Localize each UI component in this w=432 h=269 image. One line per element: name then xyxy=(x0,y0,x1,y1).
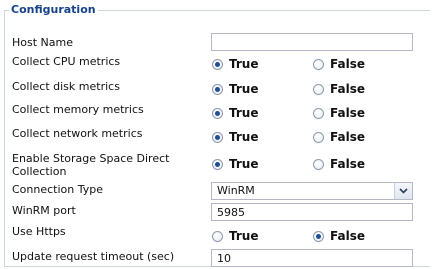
https-false-option[interactable]: False xyxy=(313,230,365,242)
winrm-port-label: WinRM port xyxy=(12,204,76,217)
storage-false-label: False xyxy=(330,157,365,171)
network-true-label: True xyxy=(229,130,259,144)
memory-true-label: True xyxy=(229,106,259,120)
storage-label-line1: Enable Storage Space Direct xyxy=(12,152,170,165)
radio-unselected-icon xyxy=(313,131,324,143)
disk-false-label: False xyxy=(330,82,365,96)
network-true-option[interactable]: True xyxy=(212,131,258,143)
disk-true-option[interactable]: True xyxy=(212,83,258,95)
timeout-label: Update request timeout (sec) xyxy=(12,250,175,263)
memory-true-option[interactable]: True xyxy=(212,107,258,119)
cpu-false-label: False xyxy=(330,57,365,71)
disk-false-option[interactable]: False xyxy=(313,83,365,95)
timeout-input[interactable] xyxy=(211,249,413,267)
radio-selected-icon xyxy=(212,131,223,143)
disk-true-label: True xyxy=(229,82,259,96)
radio-unselected-icon xyxy=(212,230,223,242)
radio-selected-icon xyxy=(212,107,223,119)
https-false-label: False xyxy=(330,229,365,243)
storage-true-option[interactable]: True xyxy=(212,158,258,170)
memory-metrics-label: Collect memory metrics xyxy=(12,103,144,116)
connection-type-value: WinRM xyxy=(217,184,255,197)
disk-metrics-label: Collect disk metrics xyxy=(12,80,120,93)
storage-label-line2: Collection xyxy=(12,165,67,178)
radio-unselected-icon xyxy=(313,107,324,119)
network-false-label: False xyxy=(330,130,365,144)
host-name-label: Host Name xyxy=(12,36,73,49)
cpu-true-label: True xyxy=(229,57,259,71)
radio-selected-icon xyxy=(313,230,324,242)
use-https-label: Use Https xyxy=(12,225,66,238)
radio-unselected-icon xyxy=(313,83,324,95)
configuration-legend: Configuration xyxy=(9,3,98,17)
connection-type-label: Connection Type xyxy=(12,183,104,196)
radio-unselected-icon xyxy=(313,58,324,70)
network-false-option[interactable]: False xyxy=(313,131,365,143)
https-true-option[interactable]: True xyxy=(212,230,258,242)
memory-false-label: False xyxy=(330,106,365,120)
host-name-input[interactable] xyxy=(211,33,413,51)
storage-true-label: True xyxy=(229,157,259,171)
radio-selected-icon xyxy=(212,158,223,170)
network-metrics-label: Collect network metrics xyxy=(12,127,143,140)
radio-selected-icon xyxy=(212,83,223,95)
cpu-metrics-label: Collect CPU metrics xyxy=(12,55,121,68)
cpu-true-option[interactable]: True xyxy=(212,58,258,70)
radio-selected-icon xyxy=(212,58,223,70)
radio-unselected-icon xyxy=(313,158,324,170)
connection-type-select[interactable]: WinRM xyxy=(211,182,413,200)
memory-false-option[interactable]: False xyxy=(313,107,365,119)
storage-false-option[interactable]: False xyxy=(313,158,365,170)
winrm-port-input[interactable] xyxy=(211,203,413,221)
https-true-label: True xyxy=(229,229,259,243)
chevron-down-icon[interactable] xyxy=(394,183,412,199)
cpu-false-option[interactable]: False xyxy=(313,58,365,70)
